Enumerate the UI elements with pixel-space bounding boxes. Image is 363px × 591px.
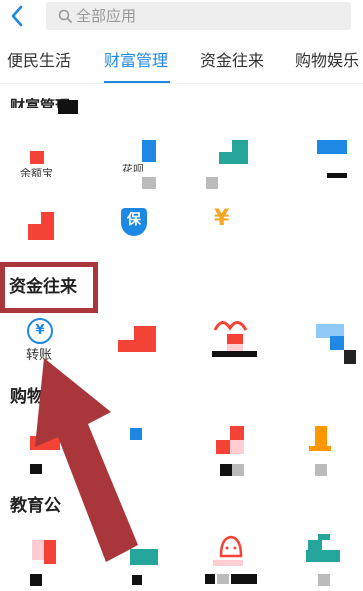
pixel-block	[205, 574, 215, 584]
pixel-block	[213, 560, 243, 566]
app-wealth-5[interactable]	[14, 204, 74, 244]
pixel-block	[58, 100, 78, 114]
tab-funds[interactable]: 资金往来	[200, 51, 264, 71]
app-yuebao[interactable]: 余额宝	[14, 135, 74, 190]
pixel-block	[118, 340, 136, 352]
pixel-block	[230, 440, 244, 454]
search-header: 全部应用	[0, 0, 363, 34]
pixel-block	[206, 177, 218, 189]
section-title-shopping: 购物	[10, 387, 44, 407]
pixel-block	[232, 464, 244, 476]
app-shopping-1[interactable]	[20, 430, 80, 475]
app-label: 余额宝	[20, 168, 53, 177]
section-title-funds: 资金往来	[9, 277, 77, 297]
app-edu-4[interactable]	[300, 532, 360, 591]
pixel-block	[219, 152, 237, 164]
pixel-block	[327, 173, 347, 178]
app-edu-3[interactable]	[205, 532, 265, 591]
app-label: 花呗	[122, 164, 144, 172]
app-screen: 全部应用 便民生活 财富管理 资金往来 购物娱乐 财富管理 余额宝 花呗 保 ¥	[0, 0, 363, 591]
pixel-block	[230, 426, 244, 440]
pixel-block	[344, 350, 356, 364]
app-wealth-4[interactable]	[303, 135, 363, 190]
app-funds-4[interactable]	[298, 322, 358, 364]
app-shopping-4[interactable]	[305, 420, 355, 480]
pixel-block	[30, 151, 44, 164]
app-shopping-2[interactable]	[118, 420, 158, 450]
search-placeholder: 全部应用	[76, 7, 137, 25]
pixel-block	[216, 440, 230, 454]
pixel-block	[134, 326, 156, 352]
back-button[interactable]	[2, 2, 32, 30]
pixel-block	[142, 140, 156, 162]
pixel-block	[318, 574, 330, 586]
highlight-box: 资金往来	[0, 262, 98, 313]
pixel-block	[30, 464, 42, 474]
tab-wealth[interactable]: 财富管理	[104, 51, 168, 71]
transfer-label[interactable]: 转账	[26, 348, 52, 363]
transfer-icon[interactable]: ¥	[27, 318, 53, 344]
search-input[interactable]: 全部应用	[46, 2, 351, 30]
section-title-education: 教育公	[10, 496, 61, 516]
app-edu-3-icon	[219, 535, 243, 558]
pixel-block	[227, 334, 243, 344]
pixel-block	[231, 574, 257, 584]
pixel-block	[220, 464, 232, 476]
pixel-block	[142, 177, 156, 189]
pixel-block	[309, 446, 331, 451]
pixel-block	[30, 574, 42, 586]
app-wealth-3[interactable]	[203, 135, 263, 190]
tab-active-indicator	[104, 81, 170, 83]
category-tabs: 便民生活 财富管理 资金往来 购物娱乐	[0, 34, 363, 84]
app-funds-3[interactable]	[205, 314, 265, 364]
app-funds-2[interactable]	[112, 322, 172, 364]
pixel-block	[28, 224, 54, 240]
pixel-block	[44, 540, 56, 564]
insurance-icon[interactable]: 保	[121, 208, 147, 236]
app-funds-3-icon	[213, 321, 248, 331]
pixel-block	[315, 426, 327, 446]
pixel-block	[308, 540, 322, 550]
pixel-block	[330, 336, 344, 350]
chevron-left-icon	[11, 5, 23, 27]
pixel-block	[317, 140, 347, 154]
app-huabei[interactable]: 花呗	[118, 135, 178, 190]
pixel-block	[212, 351, 257, 357]
pixel-block	[30, 436, 60, 450]
pixel-block	[130, 428, 142, 440]
pixel-block	[217, 574, 229, 584]
app-edu-2[interactable]	[126, 545, 162, 591]
pixel-block	[41, 212, 54, 224]
pixel-block	[132, 575, 142, 585]
search-icon	[58, 9, 72, 23]
yen-icon[interactable]: ¥	[214, 206, 229, 232]
tab-shopping[interactable]: 购物娱乐	[295, 51, 359, 71]
pixel-block	[130, 549, 158, 565]
pixel-block	[315, 464, 327, 476]
pixel-block	[318, 534, 330, 540]
pixel-block	[306, 550, 340, 562]
app-edu-1[interactable]	[24, 536, 84, 591]
app-shopping-3[interactable]	[212, 420, 272, 480]
tab-convenience[interactable]: 便民生活	[7, 51, 71, 71]
